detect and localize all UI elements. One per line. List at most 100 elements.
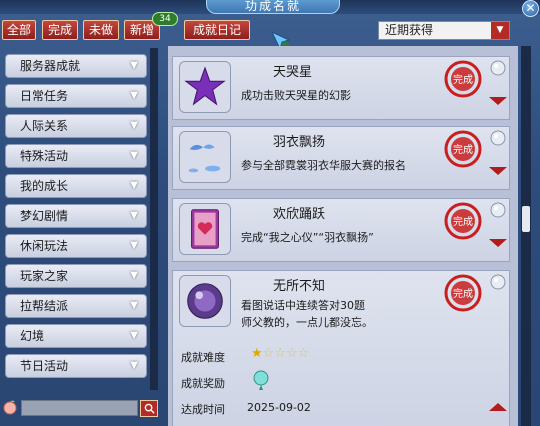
star-empty-icon: ☆ — [274, 346, 286, 361]
category-label: 休闲玩法 — [20, 239, 69, 253]
category-item[interactable]: 日常任务 ▼ — [5, 84, 147, 108]
pearl-icon — [490, 60, 506, 76]
chevron-down-icon: ▼ — [130, 120, 138, 131]
sort-select-value: 近期获得 — [385, 23, 434, 37]
achievement-window: 功成名就 ✕ 全部 完成 未做 新增 34 成就日记 近期获得 ▼ 服务器成就 ▼… — [0, 0, 540, 426]
search-icon — [144, 403, 155, 414]
category-label: 特殊活动 — [20, 149, 69, 163]
window-title: 功成名就 — [206, 0, 340, 14]
tab-not-done[interactable]: 未做 — [83, 20, 119, 40]
category-label: 幻境 — [20, 329, 45, 343]
svg-text:完成: 完成 — [453, 143, 473, 156]
achievement-card-expanded[interactable]: 无所不知 看图说话中连续答对30题 师父教的，一点儿都没忘。 完成 成就难度 ★… — [172, 270, 510, 426]
chevron-down-icon: ▼ — [130, 90, 138, 101]
feather-cloud-icon — [188, 144, 221, 173]
sort-select[interactable]: 近期获得 ▼ — [378, 21, 510, 40]
achievement-card[interactable]: 天哭星 成功击败天哭星的幻影 完成 — [172, 56, 510, 120]
chevron-down-icon: ▼ — [130, 360, 138, 371]
completed-seal-icon: 完成 — [444, 130, 482, 168]
difficulty-label: 成就难度 — [181, 351, 225, 364]
date-label: 达成时间 — [181, 403, 225, 416]
achievement-name: 欢欣踊跃 — [273, 207, 326, 222]
chevron-down-icon: ▼ — [130, 240, 138, 251]
balloon-reward-icon[interactable] — [251, 369, 271, 391]
achievement-desc: 参与全部霓裳羽衣华服大赛的报名 — [241, 159, 406, 172]
achievement-desc: 成功击败天哭星的幻影 — [241, 89, 351, 102]
pearl-icon — [490, 274, 506, 290]
achievement-name: 无所不知 — [273, 279, 326, 294]
chevron-down-icon: ▼ — [130, 210, 138, 221]
expand-arrow-icon[interactable] — [489, 97, 507, 105]
achievement-card[interactable]: 欢欣踊跃 完成“我之心仪”“羽衣飘扬” 完成 — [172, 198, 510, 262]
pearl-icon — [490, 130, 506, 146]
category-item[interactable]: 休闲玩法 ▼ — [5, 234, 147, 258]
star-empty-icon: ☆ — [285, 346, 298, 361]
completed-seal-icon: 完成 — [444, 202, 482, 240]
search-input[interactable] — [21, 400, 138, 416]
purple-star-icon — [184, 66, 226, 106]
achievement-desc: 看图说话中连续答对30题 师父教的，一点儿都没忘。 — [241, 297, 441, 331]
chevron-down-icon: ▼ — [130, 330, 138, 341]
star-filled-icon: ★ — [251, 346, 263, 361]
chevron-down-icon: ▼ — [130, 270, 138, 281]
achieved-date: 2025-09-02 — [247, 401, 311, 414]
achievement-name: 天哭星 — [273, 65, 313, 80]
chevron-down-icon: ▼ — [130, 180, 138, 191]
scrollbar-thumb[interactable] — [522, 206, 530, 232]
pearl-icon — [490, 202, 506, 218]
category-label: 玩家之家 — [20, 269, 69, 283]
tab-all[interactable]: 全部 — [2, 20, 36, 40]
new-count-badge: 34 — [152, 12, 178, 26]
category-item[interactable]: 梦幻剧情 ▼ — [5, 204, 147, 228]
category-label: 我的成长 — [20, 179, 69, 193]
category-list: 服务器成就 ▼ 日常任务 ▼ 人际关系 ▼ 特殊活动 ▼ 我的成长 ▼ 梦幻剧情 ▼ 休闲玩… — [2, 44, 159, 394]
achievement-icon — [179, 275, 231, 327]
category-item[interactable]: 拉帮结派 ▼ — [5, 294, 147, 318]
chevron-down-icon[interactable]: ▼ — [491, 22, 509, 39]
achievement-desc: 完成“我之心仪”“羽衣飘扬” — [241, 231, 374, 244]
close-button[interactable]: ✕ — [522, 0, 539, 17]
category-item[interactable]: 玩家之家 ▼ — [5, 264, 147, 288]
completed-seal-icon: 完成 — [444, 274, 482, 312]
chevron-down-icon: ▼ — [130, 60, 138, 71]
crystal-ball-icon — [187, 283, 223, 319]
achievement-icon — [179, 61, 231, 113]
peach-icon — [3, 400, 17, 415]
chevron-down-icon: ▼ — [130, 300, 138, 311]
achievement-desc-line: 看图说话中连续答对30题 — [241, 299, 365, 312]
svg-text:完成: 完成 — [453, 215, 473, 228]
category-label: 服务器成就 — [20, 59, 81, 73]
chevron-down-icon: ▼ — [130, 150, 138, 161]
achievement-icon — [179, 131, 231, 183]
category-item[interactable]: 幻境 ▼ — [5, 324, 147, 348]
expand-arrow-icon[interactable] — [489, 239, 507, 247]
svg-text:完成: 完成 — [453, 73, 473, 86]
reward-label: 成就奖励 — [181, 377, 225, 390]
star-empty-icon: ☆ — [262, 346, 275, 361]
svg-text:完成: 完成 — [453, 287, 473, 300]
expand-arrow-icon[interactable] — [489, 167, 507, 175]
collapse-arrow-icon[interactable] — [489, 403, 507, 411]
category-label: 日常任务 — [20, 89, 69, 103]
achievement-desc-line: 师父教的，一点儿都没忘。 — [241, 316, 373, 329]
category-scrollbar[interactable] — [150, 48, 158, 390]
search-button[interactable] — [140, 400, 158, 417]
achievement-icon — [179, 203, 231, 255]
completed-seal-icon: 完成 — [444, 60, 482, 98]
achievement-diary-button[interactable]: 成就日记 — [184, 20, 250, 40]
achievement-list: 天哭星 成功击败天哭星的幻影 完成 羽衣飘扬 参与全部霓裳羽衣华服大赛的报名 完… — [168, 46, 518, 426]
difficulty-stars: ★☆☆☆☆ — [251, 346, 309, 361]
category-item[interactable]: 服务器成就 ▼ — [5, 54, 147, 78]
category-label: 梦幻剧情 — [20, 209, 69, 223]
achievement-card[interactable]: 羽衣飘扬 参与全部霓裳羽衣华服大赛的报名 完成 — [172, 126, 510, 190]
category-item[interactable]: 特殊活动 ▼ — [5, 144, 147, 168]
category-label: 节日活动 — [20, 359, 69, 373]
category-label: 人际关系 — [20, 119, 69, 133]
heart-card-icon — [191, 209, 219, 249]
list-scrollbar[interactable] — [521, 46, 531, 426]
tab-completed[interactable]: 完成 — [42, 20, 78, 40]
category-item[interactable]: 节日活动 ▼ — [5, 354, 147, 378]
category-item[interactable]: 人际关系 ▼ — [5, 114, 147, 138]
category-label: 拉帮结派 — [20, 299, 69, 313]
category-item[interactable]: 我的成长 ▼ — [5, 174, 147, 198]
